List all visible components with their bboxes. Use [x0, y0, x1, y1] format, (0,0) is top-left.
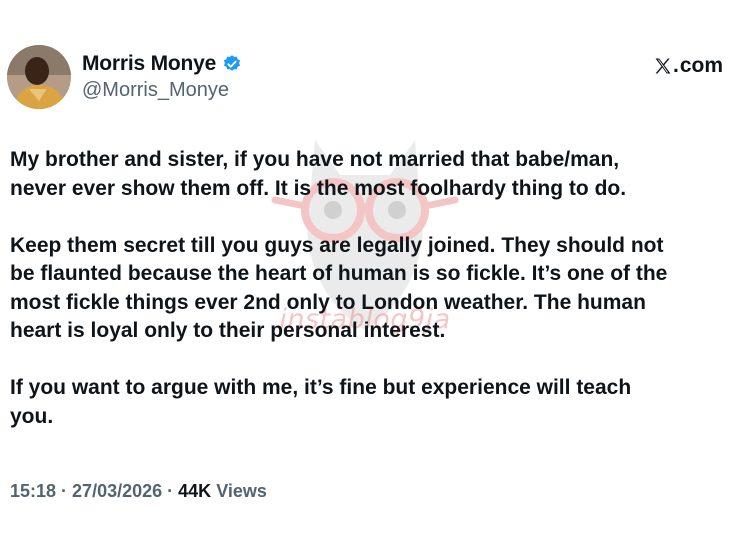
- x-logo-icon: [654, 57, 672, 75]
- verified-badge-icon: [222, 54, 242, 74]
- tweet-card: Morris Monye @Morris_Monye . com instablo…: [0, 0, 741, 544]
- profile-photo: [7, 45, 71, 109]
- meta-separator: ·: [162, 481, 179, 501]
- tweet-paragraph: My brother and sister, if you have not m…: [10, 148, 627, 200]
- source-label: .: [672, 54, 679, 77]
- author-display-name[interactable]: Morris Monye: [82, 52, 216, 76]
- tweet-paragraph: If you want to argue with me, it’s fine …: [10, 376, 632, 428]
- author-handle[interactable]: @Morris_Monye: [82, 79, 229, 102]
- tweet-date[interactable]: 27/03/2026: [72, 481, 162, 501]
- meta-separator: ·: [56, 481, 73, 501]
- source-link[interactable]: . com: [654, 54, 723, 78]
- author-name-row: Morris Monye: [82, 52, 242, 76]
- avatar[interactable]: [7, 45, 71, 109]
- views-count: 44K: [178, 481, 212, 501]
- tweet-time[interactable]: 15:18: [10, 481, 56, 501]
- tweet-body: My brother and sister, if you have not m…: [10, 146, 730, 460]
- source-domain: com: [679, 54, 723, 77]
- views-label: Views: [216, 481, 267, 501]
- tweet-paragraph: Keep them secret till you guys are legal…: [10, 233, 668, 343]
- tweet-meta: 15:18 · 27/03/2026 · 44K Views: [10, 481, 267, 502]
